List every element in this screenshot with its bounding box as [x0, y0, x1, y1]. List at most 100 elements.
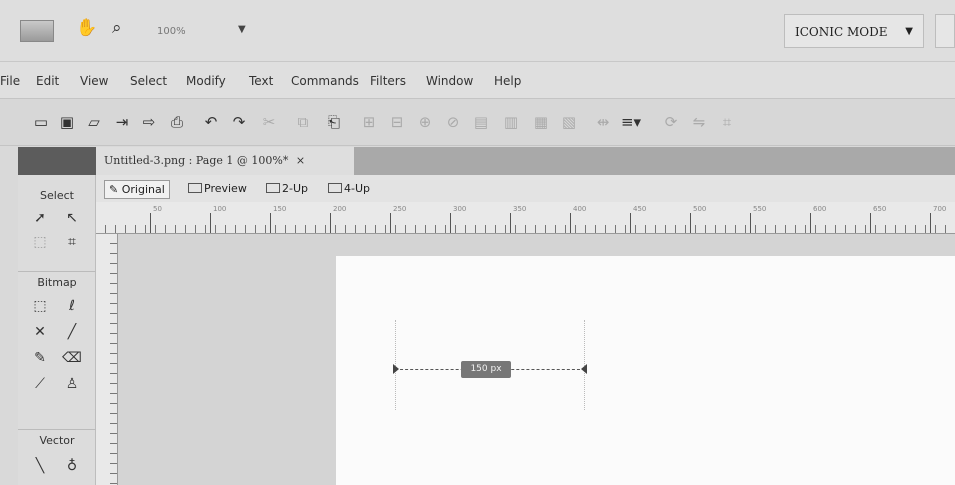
tools-section-select: Select	[40, 189, 74, 202]
ruler-label: 600	[813, 205, 827, 213]
subselection-tool-icon[interactable]: ↖	[60, 207, 84, 229]
ruler-label: 500	[693, 205, 707, 213]
tab-2-up[interactable]: 2-Up	[266, 182, 308, 195]
menu-select[interactable]: Select	[130, 74, 167, 88]
main-toolbar: ▭ ▣ ▱ ⇥ ⇨ ⎙ ↶ ↷ ✂ ⧉ ⎗ ⊞ ⊟ ⊕ ⊘ ▤ ▥ ▦ ▧ ⇹ …	[0, 98, 955, 146]
undo-icon[interactable]: ↶	[200, 111, 222, 133]
marquee-tool-icon[interactable]: ⬚	[28, 295, 52, 317]
workspace-mode-dropdown[interactable]: ICONIC MODE ▼	[784, 14, 924, 48]
tools-section-bitmap: Bitmap	[18, 271, 96, 289]
ruler-label: 200	[333, 205, 347, 213]
ruler-label: 400	[573, 205, 587, 213]
arrow-right-icon	[581, 364, 587, 374]
cut-icon[interactable]: ✂	[258, 111, 280, 133]
crop-tool-icon[interactable]: ⌗	[60, 231, 84, 253]
menu-bar: File Edit View Select Modify Text Comman…	[0, 62, 955, 98]
split-icon[interactable]: ⊘	[442, 111, 464, 133]
lasso-tool-icon[interactable]: ℓ	[60, 295, 84, 317]
preview-icon	[188, 183, 202, 193]
line-tool-icon[interactable]: ╲	[28, 455, 52, 477]
application-bar: ✋ ⌕ 100% ▼ ICONIC MODE ▼	[0, 0, 955, 62]
save-icon[interactable]: ▣	[56, 111, 78, 133]
pencil-icon: ✎	[109, 183, 119, 196]
tab-preview-label: Preview	[204, 182, 247, 195]
tab-preview[interactable]: Preview	[188, 182, 247, 195]
menu-text[interactable]: Text	[249, 74, 273, 88]
ruler-label: 100	[213, 205, 227, 213]
tab-original-label: Original	[121, 183, 165, 196]
document-tab[interactable]: Untitled-3.png : Page 1 @ 100%* ×	[96, 147, 354, 175]
menu-commands[interactable]: Commands	[291, 74, 359, 88]
export-icon[interactable]: ⇨	[138, 111, 160, 133]
ruler-label: 550	[753, 205, 767, 213]
two-up-icon	[266, 183, 280, 193]
arrow-left-icon	[393, 364, 399, 374]
tab-original[interactable]: ✎ Original	[104, 180, 170, 199]
eraser-tool-icon[interactable]: ⌫	[60, 347, 84, 369]
workspace-mode-label: ICONIC MODE	[795, 25, 888, 39]
ruler-label: 300	[453, 205, 467, 213]
ruler-label: 450	[633, 205, 647, 213]
tab-4-up-label: 4-Up	[344, 182, 371, 195]
tab-4-up[interactable]: 4-Up	[328, 182, 370, 195]
hand-icon[interactable]: ✋	[76, 18, 97, 38]
paste-icon[interactable]: ⎗	[323, 111, 345, 133]
menu-view[interactable]: View	[80, 74, 108, 88]
pointer-tool-icon[interactable]: ➚	[28, 207, 52, 229]
ungroup-icon[interactable]: ⊟	[386, 111, 408, 133]
group-icon[interactable]: ⊞	[358, 111, 380, 133]
distribute-icon[interactable]: ⇹	[592, 111, 614, 133]
zoom-dropdown-arrow-icon[interactable]: ▼	[238, 24, 246, 35]
menu-filters[interactable]: Filters	[370, 74, 406, 88]
flip-icon[interactable]: ⇋	[688, 111, 710, 133]
magic-wand-tool-icon[interactable]: ✕	[28, 321, 52, 343]
ruler-label: 650	[873, 205, 887, 213]
align-menu-icon[interactable]: ≡▾	[620, 111, 642, 133]
document-tab-strip: Untitled-3.png : Page 1 @ 100%* ×	[96, 147, 955, 175]
document-tab-title: Untitled-3.png : Page 1 @ 100%*	[104, 154, 289, 167]
ruler-label: 250	[393, 205, 407, 213]
measurement-label: 150 px	[461, 361, 511, 378]
rotate-icon[interactable]: ⟳	[660, 111, 682, 133]
zoom-level[interactable]: 100%	[157, 26, 186, 37]
vertical-ruler[interactable]	[96, 234, 118, 485]
brush-tool-icon[interactable]: ╱	[60, 321, 84, 343]
menu-window[interactable]: Window	[426, 74, 473, 88]
ruler-label: 150	[273, 205, 287, 213]
align-left-icon[interactable]: ▦	[530, 111, 552, 133]
tools-panel-header[interactable]	[18, 147, 96, 175]
import-icon[interactable]: ⇥	[111, 111, 133, 133]
chevron-down-icon: ▼	[905, 26, 913, 37]
menu-file[interactable]: File	[0, 74, 20, 88]
menu-help[interactable]: Help	[494, 74, 521, 88]
horizontal-ruler[interactable]: 50 100 150 200 250 300 350 400 450 500 5…	[96, 202, 955, 234]
open-icon[interactable]: ▱	[83, 111, 105, 133]
scale-tool-icon[interactable]: ⬚	[28, 231, 52, 253]
magnifier-icon[interactable]: ⌕	[112, 18, 122, 38]
join-icon[interactable]: ⊕	[414, 111, 436, 133]
rubber-stamp-tool-icon[interactable]: ♙	[60, 373, 84, 395]
tab-2-up-label: 2-Up	[282, 182, 309, 195]
print-icon[interactable]: ⎙	[166, 111, 188, 133]
new-icon[interactable]: ▭	[30, 111, 52, 133]
bring-front-icon[interactable]: ▤	[470, 111, 492, 133]
ruler-label: 700	[933, 205, 947, 213]
search-field[interactable]	[935, 14, 955, 48]
copy-icon[interactable]: ⧉	[292, 111, 314, 133]
pencil-tool-icon[interactable]: ✎	[28, 347, 52, 369]
view-tabs-bar: ✎ Original Preview 2-Up 4-Up	[96, 175, 955, 202]
redo-icon[interactable]: ↷	[228, 111, 250, 133]
blur-tool-icon[interactable]: ⟋	[28, 373, 52, 395]
tools-panel: Select ➚ ↖ ⬚ ⌗ Bitmap ⬚ ℓ ✕ ╱ ✎ ⌫ ⟋ ♙ Ve…	[18, 175, 96, 485]
send-back-icon[interactable]: ▥	[500, 111, 522, 133]
pen-tool-icon[interactable]: ♁	[60, 455, 84, 477]
menu-edit[interactable]: Edit	[36, 74, 59, 88]
ruler-label: 350	[513, 205, 527, 213]
four-up-icon	[328, 183, 342, 193]
snap-icon[interactable]: ⌗	[716, 111, 738, 133]
close-icon[interactable]: ×	[296, 154, 305, 167]
align-right-icon[interactable]: ▧	[558, 111, 580, 133]
menu-modify[interactable]: Modify	[186, 74, 226, 88]
tools-section-vector: Vector	[18, 429, 96, 447]
app-logo-icon	[20, 20, 54, 42]
